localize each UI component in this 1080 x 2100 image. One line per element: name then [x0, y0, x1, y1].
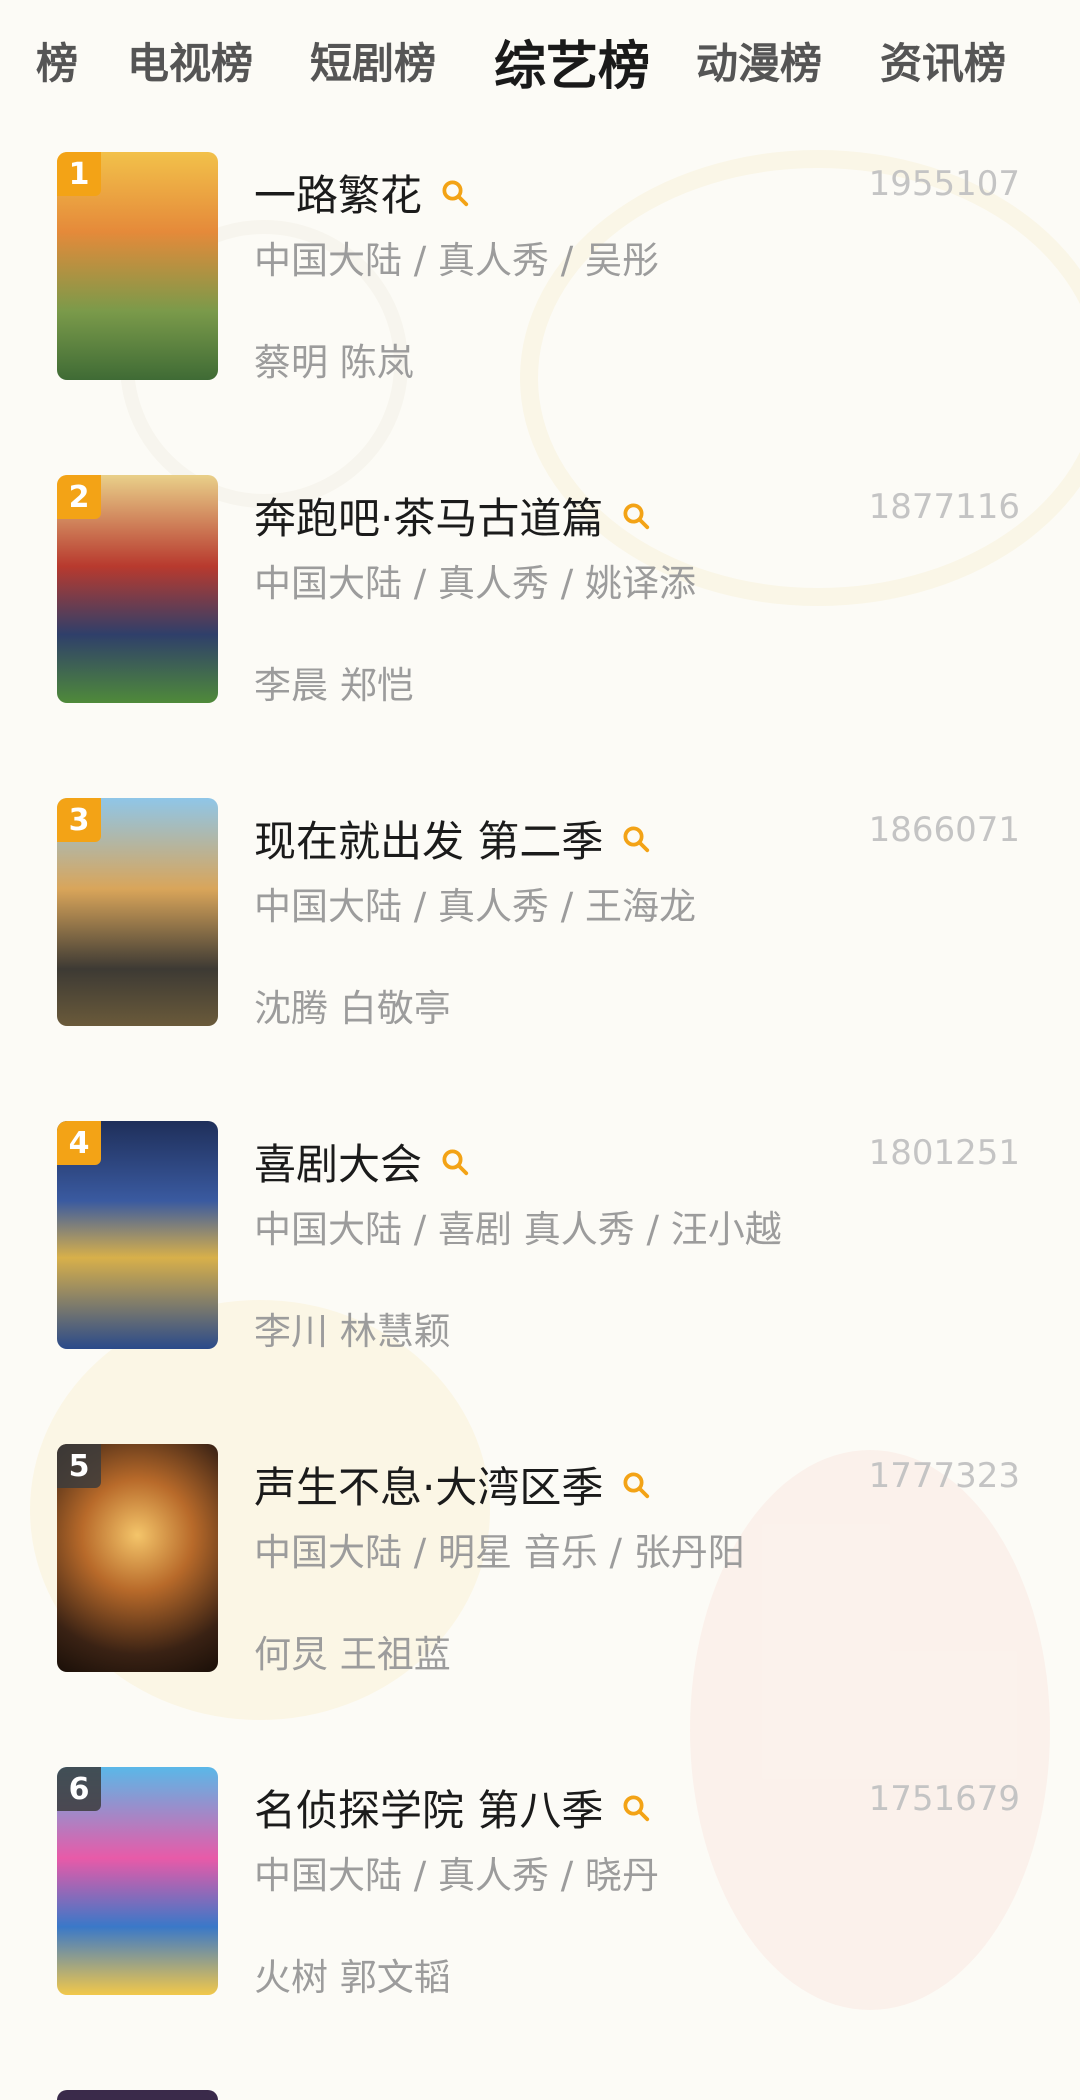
- heat-score: 1751679: [868, 1779, 1020, 1819]
- show-meta: 中国大陆 / 真人秀 / 吴彤: [254, 239, 659, 282]
- show-title-text: 奔跑吧·茶马古道篇: [254, 494, 604, 543]
- show-cast: 李川 林慧颖: [254, 1310, 451, 1353]
- show-title[interactable]: 一路繁花: [254, 162, 470, 223]
- show-title-text: 名侦探学院 第八季: [254, 1786, 604, 1835]
- show-cast: 火树 郭文韬: [254, 1956, 451, 1999]
- rank-badge: 6: [57, 1767, 101, 1811]
- show-cast: 李晨 郑恺: [254, 664, 414, 707]
- show-meta: 中国大陆 / 真人秀 / 王海龙: [254, 885, 696, 928]
- show-title[interactable]: 声生不息·大湾区季: [254, 1454, 651, 1515]
- tab-partial[interactable]: 榜: [36, 30, 78, 91]
- heat-score: 1955107: [868, 164, 1020, 204]
- search-icon[interactable]: [621, 824, 651, 854]
- show-title-text: 现在就出发 第二季: [254, 817, 604, 866]
- list-item[interactable]: 1 一路繁花 中国大陆 / 真人秀 / 吴彤 蔡明 陈岚 1955107: [0, 152, 1080, 412]
- poster-image[interactable]: 3: [57, 798, 218, 1026]
- search-icon[interactable]: [440, 1147, 470, 1177]
- show-title-text: 一路繁花: [254, 171, 423, 220]
- list-item[interactable]: 3 现在就出发 第二季 中国大陆 / 真人秀 / 王海龙 沈腾 白敬亭 1866…: [0, 798, 1080, 1058]
- tab-anime[interactable]: 动漫榜: [696, 30, 822, 91]
- poster-image[interactable]: 2: [57, 475, 218, 703]
- list-item[interactable]: 6 名侦探学院 第八季 中国大陆 / 真人秀 / 晓丹 火树 郭文韬 17516…: [0, 1767, 1080, 2027]
- poster-image[interactable]: 5: [57, 1444, 218, 1672]
- show-meta: 中国大陆 / 真人秀 / 晓丹: [254, 1854, 659, 1897]
- heat-score: 1866071: [868, 810, 1020, 850]
- rank-badge: 5: [57, 1444, 101, 1488]
- show-meta: 中国大陆 / 真人秀 / 姚译添: [254, 562, 696, 605]
- show-meta: 中国大陆 / 喜剧 真人秀 / 汪小越: [254, 1208, 782, 1251]
- show-title[interactable]: 名侦探学院 第八季: [254, 1777, 651, 1838]
- poster-image[interactable]: 6: [57, 1767, 218, 1995]
- show-title-text: 声生不息·大湾区季: [254, 1463, 604, 1512]
- rank-badge: 4: [57, 1121, 101, 1165]
- heat-score: 1777323: [868, 1456, 1020, 1496]
- heat-score: 1801251: [868, 1133, 1020, 1173]
- list-item[interactable]: 2 奔跑吧·茶马古道篇 中国大陆 / 真人秀 / 姚译添 李晨 郑恺 18771…: [0, 475, 1080, 735]
- poster-image[interactable]: 1: [57, 152, 218, 380]
- heat-score: 1877116: [868, 487, 1020, 527]
- search-icon[interactable]: [621, 1793, 651, 1823]
- poster-image[interactable]: 4: [57, 1121, 218, 1349]
- next-poster-peek[interactable]: [57, 2090, 218, 2100]
- tab-tv[interactable]: 电视榜: [127, 30, 253, 91]
- show-title-text: 喜剧大会: [254, 1140, 423, 1189]
- search-icon[interactable]: [440, 178, 470, 208]
- show-cast: 沈腾 白敬亭: [254, 987, 451, 1030]
- tab-variety[interactable]: 综艺榜: [494, 24, 650, 99]
- tab-short-drama[interactable]: 短剧榜: [310, 30, 436, 91]
- search-icon[interactable]: [621, 1470, 651, 1500]
- rank-badge: 3: [57, 798, 101, 842]
- rank-badge: 1: [57, 152, 101, 196]
- rank-badge: 2: [57, 475, 101, 519]
- show-cast: 何炅 王祖蓝: [254, 1633, 451, 1676]
- search-icon[interactable]: [621, 501, 651, 531]
- ranking-tab-bar: 榜 电视榜 短剧榜 综艺榜 动漫榜 资讯榜: [0, 0, 1080, 124]
- show-title[interactable]: 喜剧大会: [254, 1131, 470, 1192]
- show-title[interactable]: 现在就出发 第二季: [254, 808, 651, 869]
- show-title[interactable]: 奔跑吧·茶马古道篇: [254, 485, 651, 546]
- show-meta: 中国大陆 / 明星 音乐 / 张丹阳: [254, 1531, 745, 1574]
- list-item[interactable]: 4 喜剧大会 中国大陆 / 喜剧 真人秀 / 汪小越 李川 林慧颖 180125…: [0, 1121, 1080, 1381]
- list-item[interactable]: 5 声生不息·大湾区季 中国大陆 / 明星 音乐 / 张丹阳 何炅 王祖蓝 17…: [0, 1444, 1080, 1704]
- tab-news[interactable]: 资讯榜: [880, 30, 1006, 91]
- show-cast: 蔡明 陈岚: [254, 341, 414, 384]
